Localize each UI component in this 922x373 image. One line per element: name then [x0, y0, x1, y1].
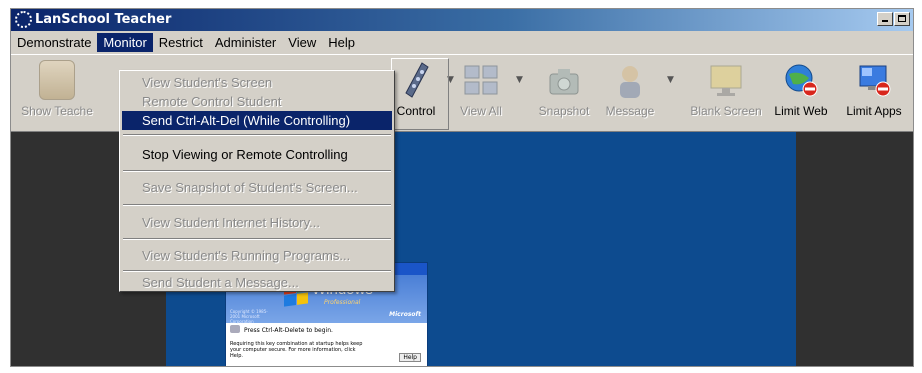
- show-teacher-label: Show Teache: [21, 104, 93, 118]
- copyright-text: Copyright © 1985-2001 Microsoft Corporat…: [230, 309, 268, 324]
- blank-screen-label: Blank Screen: [690, 104, 762, 118]
- help-button[interactable]: Help: [399, 353, 421, 362]
- window-title: LanSchool Teacher: [35, 12, 172, 27]
- menu-monitor[interactable]: Monitor: [97, 33, 153, 52]
- menu-item-send-ctrl-alt-del[interactable]: Send Ctrl-Alt-Del (While Controlling): [122, 111, 392, 130]
- menu-help[interactable]: Help: [322, 33, 361, 52]
- message-icon: [612, 60, 648, 100]
- globe-block-icon: [783, 60, 819, 100]
- menu-demonstrate[interactable]: Demonstrate: [11, 33, 97, 52]
- limit-web-label: Limit Web: [774, 104, 828, 118]
- limit-apps-button[interactable]: Limit Apps: [841, 60, 907, 118]
- limit-web-button[interactable]: Limit Web: [771, 60, 831, 118]
- menu-bar: Demonstrate Monitor Restrict Administer …: [11, 32, 913, 53]
- menu-separator: [123, 238, 391, 240]
- menu-administer[interactable]: Administer: [209, 33, 282, 52]
- menu-separator: [123, 270, 391, 272]
- lanschool-app-icon: [15, 11, 32, 28]
- message-button[interactable]: Message: [601, 60, 659, 118]
- menu-separator: [123, 170, 391, 172]
- menu-item-send-message[interactable]: Send Student a Message...: [122, 273, 392, 292]
- snapshot-button[interactable]: Snapshot: [531, 60, 597, 118]
- windows-edition: Professional: [324, 299, 361, 306]
- view-all-button[interactable]: View All: [455, 60, 507, 118]
- snapshot-label: Snapshot: [538, 104, 590, 118]
- menu-item-view-internet-history[interactable]: View Student Internet History...: [122, 213, 392, 232]
- blank-screen-icon: [708, 60, 744, 100]
- message-dropdown-icon[interactable]: ▼: [667, 75, 674, 85]
- menu-separator: [123, 204, 391, 206]
- menu-item-view-running-programs[interactable]: View Student's Running Programs...: [122, 246, 392, 265]
- title-bar[interactable]: LanSchool Teacher: [11, 9, 913, 31]
- security-info-text: Requiring this key combination at startu…: [230, 341, 363, 359]
- menu-item-stop-viewing[interactable]: Stop Viewing or Remote Controlling: [122, 145, 392, 164]
- camera-icon: [546, 60, 582, 100]
- minimize-button[interactable]: [877, 12, 893, 26]
- view-all-icon: [463, 60, 499, 100]
- keyboard-icon: [230, 325, 240, 333]
- menu-restrict[interactable]: Restrict: [153, 33, 209, 52]
- menu-item-save-snapshot[interactable]: Save Snapshot of Student's Screen...: [122, 178, 392, 197]
- show-teacher-button[interactable]: Show Teache: [17, 60, 97, 118]
- menu-item-remote-control-student[interactable]: Remote Control Student: [122, 92, 392, 111]
- menu-item-view-student-screen[interactable]: View Student's Screen: [122, 73, 392, 92]
- limit-apps-label: Limit Apps: [846, 104, 902, 118]
- message-label: Message: [605, 104, 655, 118]
- teacher-icon: [39, 60, 75, 100]
- menu-view[interactable]: View: [282, 33, 322, 52]
- control-button-frame: [391, 58, 449, 130]
- microsoft-brand: Microsoft: [389, 311, 421, 318]
- view-all-label: View All: [460, 104, 502, 118]
- apps-block-icon: [856, 60, 892, 100]
- app-window: LanSchool Teacher Demonstrate Monitor Re…: [10, 8, 914, 367]
- menu-separator: [123, 134, 391, 136]
- ctrl-alt-del-prompt: Press Ctrl-Alt-Delete to begin.: [244, 327, 333, 334]
- monitor-menu: View Student's Screen Remote Control Stu…: [119, 70, 395, 292]
- window-controls: [876, 12, 910, 26]
- view-all-dropdown-icon[interactable]: ▼: [516, 75, 523, 85]
- blank-screen-button[interactable]: Blank Screen: [687, 60, 765, 118]
- maximize-button[interactable]: [894, 12, 910, 26]
